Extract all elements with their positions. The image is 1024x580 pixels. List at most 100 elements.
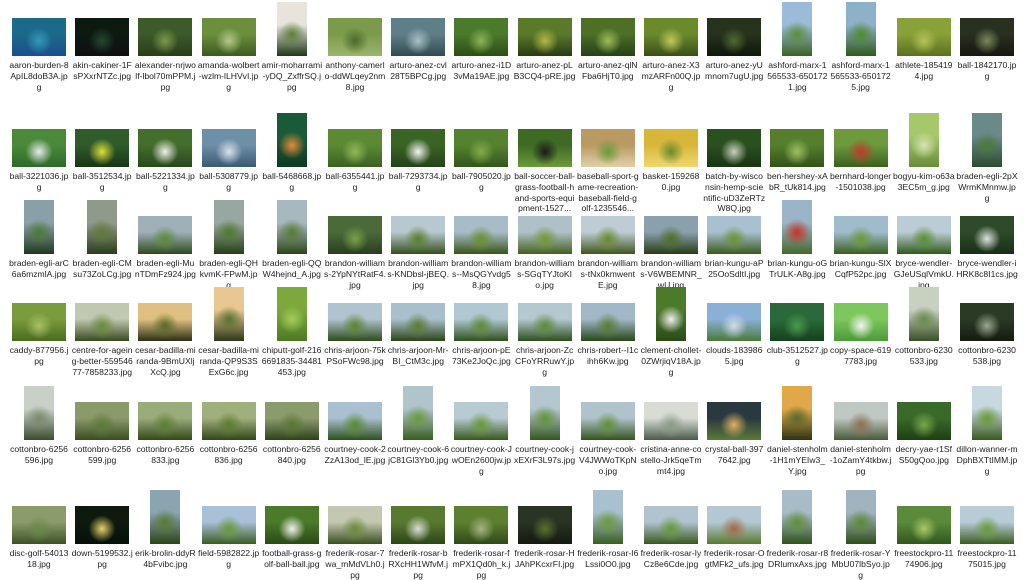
image-thumbnail[interactable] [276, 200, 307, 254]
image-thumbnail[interactable] [75, 402, 130, 440]
image-thumbnail[interactable] [276, 287, 307, 341]
image-thumbnail[interactable] [276, 113, 307, 167]
image-thumbnail[interactable] [75, 303, 130, 341]
image-thumbnail[interactable] [644, 18, 698, 56]
image-thumbnail[interactable] [896, 216, 951, 254]
image-thumbnail[interactable] [972, 113, 1002, 167]
image-thumbnail[interactable] [391, 18, 446, 56]
image-thumbnail[interactable] [644, 402, 698, 440]
image-thumbnail[interactable] [960, 303, 1014, 341]
image-thumbnail[interactable] [24, 200, 54, 254]
image-thumbnail[interactable] [833, 402, 888, 440]
image-thumbnail[interactable] [12, 129, 66, 167]
image-thumbnail[interactable] [580, 303, 635, 341]
image-thumbnail[interactable] [276, 2, 307, 56]
image-thumbnail[interactable] [201, 506, 256, 544]
image-thumbnail[interactable] [592, 490, 623, 544]
image-thumbnail[interactable] [644, 506, 698, 544]
image-thumbnail[interactable] [454, 402, 509, 440]
image-thumbnail[interactable] [960, 18, 1014, 56]
image-thumbnail[interactable] [896, 402, 951, 440]
image-thumbnail[interactable] [391, 216, 446, 254]
image-thumbnail[interactable] [833, 303, 888, 341]
image-thumbnail[interactable] [201, 402, 256, 440]
image-thumbnail[interactable] [580, 402, 635, 440]
image-thumbnail[interactable] [960, 216, 1014, 254]
image-thumbnail[interactable] [12, 303, 66, 341]
image-thumbnail[interactable] [845, 490, 876, 544]
image-thumbnail[interactable] [454, 18, 509, 56]
image-thumbnail[interactable] [707, 129, 762, 167]
file-name-label: cesar-badilla-miranda-9BmUXljXcQ.jpg [135, 345, 196, 377]
image-thumbnail[interactable] [391, 129, 446, 167]
image-thumbnail[interactable] [580, 129, 635, 167]
image-thumbnail[interactable] [770, 129, 825, 167]
image-thumbnail[interactable] [707, 506, 762, 544]
image-thumbnail[interactable] [707, 18, 762, 56]
image-thumbnail[interactable] [656, 287, 686, 341]
image-thumbnail[interactable] [391, 303, 446, 341]
image-thumbnail[interactable] [201, 18, 256, 56]
image-thumbnail[interactable] [138, 129, 193, 167]
image-thumbnail[interactable] [454, 303, 509, 341]
image-thumbnail[interactable] [150, 490, 181, 544]
image-thumbnail[interactable] [454, 216, 509, 254]
image-thumbnail[interactable] [644, 216, 698, 254]
image-thumbnail[interactable] [213, 200, 244, 254]
image-thumbnail[interactable] [75, 129, 130, 167]
image-thumbnail[interactable] [328, 506, 382, 544]
image-thumbnail[interactable] [896, 506, 951, 544]
image-thumbnail[interactable] [12, 506, 66, 544]
image-thumbnail[interactable] [908, 113, 939, 167]
image-thumbnail[interactable] [201, 129, 256, 167]
image-thumbnail[interactable] [264, 402, 319, 440]
image-thumbnail[interactable] [138, 303, 193, 341]
file-name-label: ball-7293734.jpg [388, 171, 448, 192]
image-thumbnail[interactable] [517, 18, 572, 56]
image-thumbnail[interactable] [833, 129, 888, 167]
image-thumbnail[interactable] [972, 386, 1002, 440]
image-thumbnail[interactable] [454, 129, 509, 167]
image-thumbnail[interactable] [896, 18, 951, 56]
image-thumbnail[interactable] [833, 216, 888, 254]
image-thumbnail[interactable] [707, 303, 762, 341]
image-thumbnail[interactable] [782, 200, 813, 254]
image-thumbnail[interactable] [403, 386, 434, 440]
image-thumbnail[interactable] [213, 287, 244, 341]
image-thumbnail[interactable] [960, 506, 1014, 544]
image-thumbnail[interactable] [517, 129, 572, 167]
image-thumbnail[interactable] [138, 18, 193, 56]
image-thumbnail[interactable] [328, 402, 382, 440]
image-thumbnail[interactable] [264, 506, 319, 544]
image-thumbnail[interactable] [328, 216, 382, 254]
file-name-label: ball-3221036.jpg [9, 171, 69, 192]
image-thumbnail[interactable] [707, 216, 762, 254]
image-thumbnail[interactable] [782, 386, 813, 440]
image-thumbnail[interactable] [580, 18, 635, 56]
image-thumbnail[interactable] [138, 402, 193, 440]
image-thumbnail[interactable] [138, 216, 193, 254]
image-thumbnail[interactable] [908, 287, 939, 341]
image-thumbnail[interactable] [517, 216, 572, 254]
image-thumbnail[interactable] [328, 129, 382, 167]
image-thumbnail[interactable] [707, 402, 762, 440]
image-thumbnail[interactable] [87, 200, 118, 254]
image-thumbnail[interactable] [782, 2, 813, 56]
image-thumbnail[interactable] [75, 18, 130, 56]
image-thumbnail[interactable] [391, 506, 446, 544]
image-thumbnail[interactable] [517, 303, 572, 341]
image-thumbnail[interactable] [529, 386, 560, 440]
image-thumbnail[interactable] [644, 129, 698, 167]
image-thumbnail[interactable] [454, 506, 509, 544]
image-thumbnail[interactable] [75, 506, 130, 544]
image-thumbnail[interactable] [328, 303, 382, 341]
image-thumbnail[interactable] [12, 18, 66, 56]
file-name-label: erik-brolin-ddyR4bFvibc.jpg [135, 548, 196, 569]
image-thumbnail[interactable] [782, 490, 813, 544]
image-thumbnail[interactable] [845, 2, 876, 56]
image-thumbnail[interactable] [770, 303, 825, 341]
image-thumbnail[interactable] [24, 386, 54, 440]
image-thumbnail[interactable] [517, 506, 572, 544]
image-thumbnail[interactable] [580, 216, 635, 254]
image-thumbnail[interactable] [328, 18, 382, 56]
